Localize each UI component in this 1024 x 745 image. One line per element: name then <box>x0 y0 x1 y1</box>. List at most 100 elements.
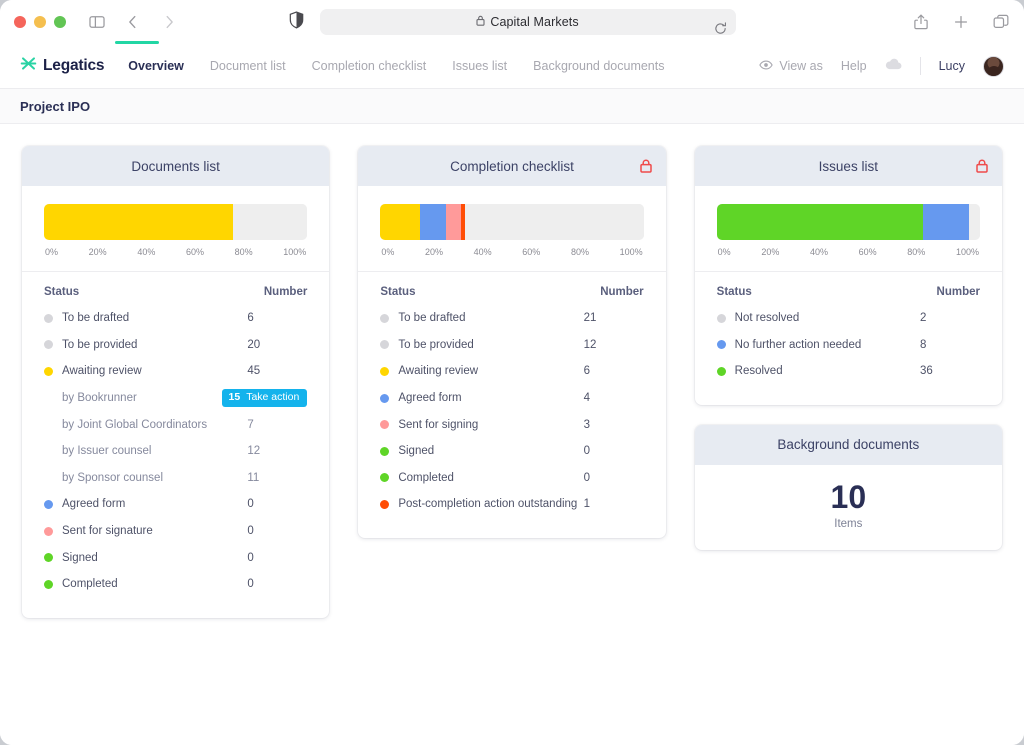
user-name-label[interactable]: Lucy <box>939 59 965 73</box>
table-row[interactable]: Signed0 <box>44 544 307 571</box>
table-row[interactable]: To be provided12 <box>380 332 643 359</box>
status-label: Signed <box>398 445 583 457</box>
take-action-badge[interactable]: 15Take action <box>222 389 308 407</box>
minimize-window-button[interactable] <box>34 16 46 28</box>
card-header-checklist: Completion checklist <box>358 146 665 186</box>
axis-tick: 100% <box>283 247 306 257</box>
view-as-button[interactable]: View as <box>759 59 823 73</box>
table-row[interactable]: by Issuer counsel12 <box>44 438 307 465</box>
status-label: Sent for signature <box>62 525 247 537</box>
table-header-row: Status Number <box>380 283 643 305</box>
status-label: To be drafted <box>62 312 247 324</box>
status-number: 0 <box>584 472 644 484</box>
status-label: Agreed form <box>398 392 583 404</box>
nav-item-issues-list[interactable]: Issues list <box>452 59 507 73</box>
status-number: 3 <box>584 419 644 431</box>
axis-tick: 0% <box>45 247 58 257</box>
status-label: To be drafted <box>398 312 583 324</box>
status-color-dot <box>717 314 726 323</box>
status-label: Post-completion action outstanding <box>398 498 583 510</box>
table-row[interactable]: Not resolved2 <box>717 305 980 332</box>
brand-logo[interactable]: Legatics <box>20 55 104 77</box>
status-number: 6 <box>247 312 307 324</box>
address-bar[interactable]: Capital Markets <box>320 9 736 35</box>
status-label: by Bookrunner <box>62 392 222 404</box>
axis-tick: 20% <box>89 247 107 257</box>
cloud-sync-icon[interactable] <box>885 57 902 75</box>
card-header-documents: Documents list <box>22 146 329 186</box>
status-label: No further action needed <box>735 339 920 351</box>
plus-icon[interactable] <box>952 13 970 31</box>
status-number: 7 <box>247 419 307 431</box>
chrome-nav-icons <box>88 13 178 31</box>
table-row[interactable]: No further action needed8 <box>717 332 980 359</box>
table-row[interactable]: Awaiting review45 <box>44 358 307 385</box>
card-header-issues: Issues list <box>695 146 1002 186</box>
close-window-button[interactable] <box>14 16 26 28</box>
progress-segment <box>923 204 969 240</box>
sidebar-toggle-icon[interactable] <box>88 13 106 31</box>
lock-icon[interactable] <box>976 159 988 173</box>
table-row[interactable]: Signed0 <box>380 438 643 465</box>
back-arrow-icon[interactable] <box>124 13 142 31</box>
status-number: 1 <box>584 498 644 510</box>
status-label: by Sponsor counsel <box>62 472 247 484</box>
tab-overview-icon[interactable] <box>992 13 1010 31</box>
forward-arrow-icon[interactable] <box>160 13 178 31</box>
status-number: 20 <box>247 339 307 351</box>
divider <box>358 271 665 272</box>
table-row[interactable]: Completed0 <box>380 465 643 492</box>
help-button[interactable]: Help <box>841 59 867 73</box>
column-header-number: Number <box>600 286 643 298</box>
status-rows-issues: Not resolved2No further action needed8Re… <box>717 305 980 385</box>
shield-privacy-icon[interactable] <box>289 11 304 34</box>
take-action-count: 15 <box>229 392 241 403</box>
active-tab-indicator <box>115 41 159 44</box>
progress-bar-documents <box>44 204 307 240</box>
table-row[interactable]: Completed0 <box>44 571 307 598</box>
address-bar-content: Capital Markets <box>476 13 578 31</box>
share-icon[interactable] <box>912 13 930 31</box>
card-title-issues: Issues list <box>819 159 878 174</box>
axis-tick: 0% <box>718 247 731 257</box>
table-row[interactable]: Agreed form4 <box>380 385 643 412</box>
column-header-status: Status <box>380 286 415 298</box>
card-header-background: Background documents <box>695 425 1002 465</box>
browser-window: Capital Markets <box>0 0 1024 745</box>
table-row[interactable]: Post-completion action outstanding1 <box>380 491 643 518</box>
table-row[interactable]: Agreed form0 <box>44 491 307 518</box>
card-body-background: 10 Items <box>695 465 1002 551</box>
table-row[interactable]: by Sponsor counsel11 <box>44 465 307 492</box>
status-table-documents: Status Number To be drafted6To be provid… <box>44 283 307 598</box>
axis-tick: 80% <box>907 247 925 257</box>
table-row[interactable]: by Bookrunner15Take action <box>44 385 307 412</box>
table-row[interactable]: Awaiting review6 <box>380 358 643 385</box>
table-row[interactable]: by Joint Global Coordinators7 <box>44 411 307 438</box>
primary-nav: Overview Document list Completion checkl… <box>128 59 664 73</box>
avatar[interactable] <box>983 56 1004 77</box>
axis-tick: 100% <box>620 247 643 257</box>
nav-item-overview[interactable]: Overview <box>128 59 184 73</box>
progress-segment <box>420 204 446 240</box>
status-rows-documents: To be drafted6To be provided20Awaiting r… <box>44 305 307 598</box>
nav-item-document-list[interactable]: Document list <box>210 59 286 73</box>
nav-divider <box>920 57 921 75</box>
nav-item-background-documents[interactable]: Background documents <box>533 59 664 73</box>
status-color-dot <box>44 314 53 323</box>
card-title-checklist: Completion checklist <box>450 159 574 174</box>
table-row[interactable]: Sent for signature0 <box>44 518 307 545</box>
project-bar: Project IPO <box>0 89 1024 124</box>
maximize-window-button[interactable] <box>54 16 66 28</box>
lock-icon[interactable] <box>640 159 652 173</box>
address-bar-text: Capital Markets <box>490 15 578 29</box>
table-row[interactable]: To be provided20 <box>44 332 307 359</box>
table-row[interactable]: To be drafted6 <box>44 305 307 332</box>
dashboard-content: Documents list 0%20%40%60%80%100% Status… <box>0 124 1024 745</box>
table-row[interactable]: To be drafted21 <box>380 305 643 332</box>
status-color-dot <box>380 447 389 456</box>
table-row[interactable]: Resolved36 <box>717 358 980 385</box>
nav-item-completion-checklist[interactable]: Completion checklist <box>312 59 427 73</box>
axis-tick: 60% <box>859 247 877 257</box>
divider <box>695 271 1002 272</box>
table-row[interactable]: Sent for signing3 <box>380 411 643 438</box>
